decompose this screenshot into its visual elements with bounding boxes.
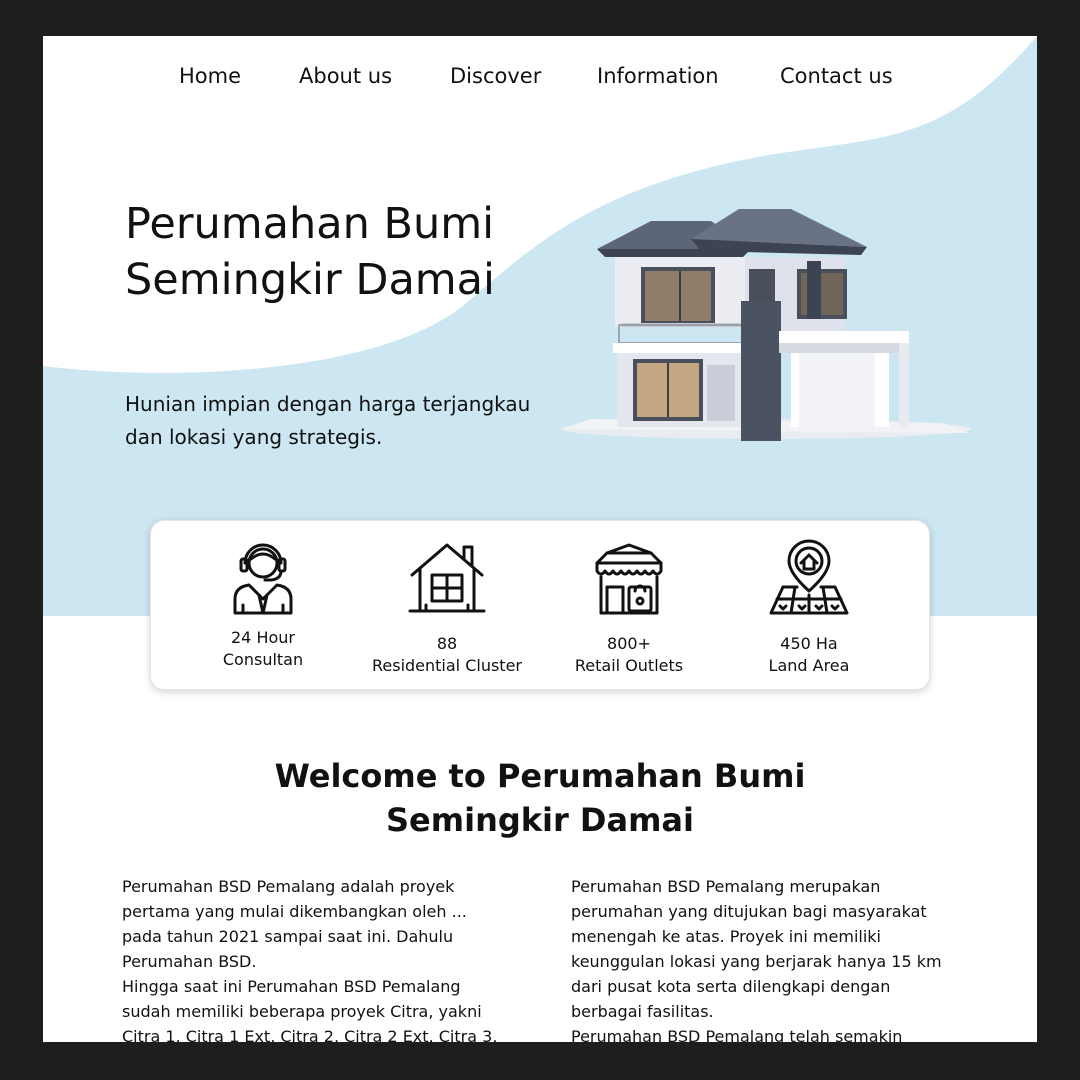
stat-residential-caption: Residential Cluster [371,656,522,675]
store-icon [595,543,663,615]
hero-title: Perumahan Bumi Semingkir Damai [125,199,495,305]
stat-consultant-caption: Consultan [222,650,304,669]
stat-consultant: 24 Hour Consultan [173,521,353,689]
stat-land-caption: Land Area [768,656,850,675]
house-icon [408,543,486,613]
nav-about-us[interactable]: About us [299,64,392,88]
nav-home[interactable]: Home [179,64,241,88]
location-land-icon [769,539,849,615]
welcome-heading: Welcome to Perumahan Bumi Semingkir Dama… [43,754,1037,842]
stat-residential: 88 Residential Cluster [357,521,537,689]
stat-retail-caption: Retail Outlets [574,656,684,675]
house-illustration [561,209,971,441]
consultant-headset-icon [233,543,293,615]
nav-contact-us[interactable]: Contact us [780,64,893,88]
stat-land: 450 Ha Land Area [719,521,899,689]
stat-retail-value: 800+ [607,634,651,653]
stat-retail: 800+ Retail Outlets [539,521,719,689]
welcome-title: Welcome to Perumahan Bumi Semingkir Dama… [274,757,806,839]
stats-card: 24 Hour Consultan 88 Residential Cluster [150,520,930,690]
nav-discover[interactable]: Discover [450,64,541,88]
about-text-left: Perumahan BSD Pemalang adalah proyek per… [122,877,498,1042]
stat-residential-value: 88 [436,634,458,653]
landing-page: Home About us Discover Information Conta… [43,36,1037,1042]
about-text-right: Perumahan BSD Pemalang merupakan perumah… [571,877,942,1042]
hero-subtitle: Hunian impian dengan harga terjangkau da… [125,392,531,449]
nav-information[interactable]: Information [597,64,719,88]
stat-land-value: 450 Ha [780,634,838,653]
stat-consultant-value: 24 Hour [231,628,295,647]
